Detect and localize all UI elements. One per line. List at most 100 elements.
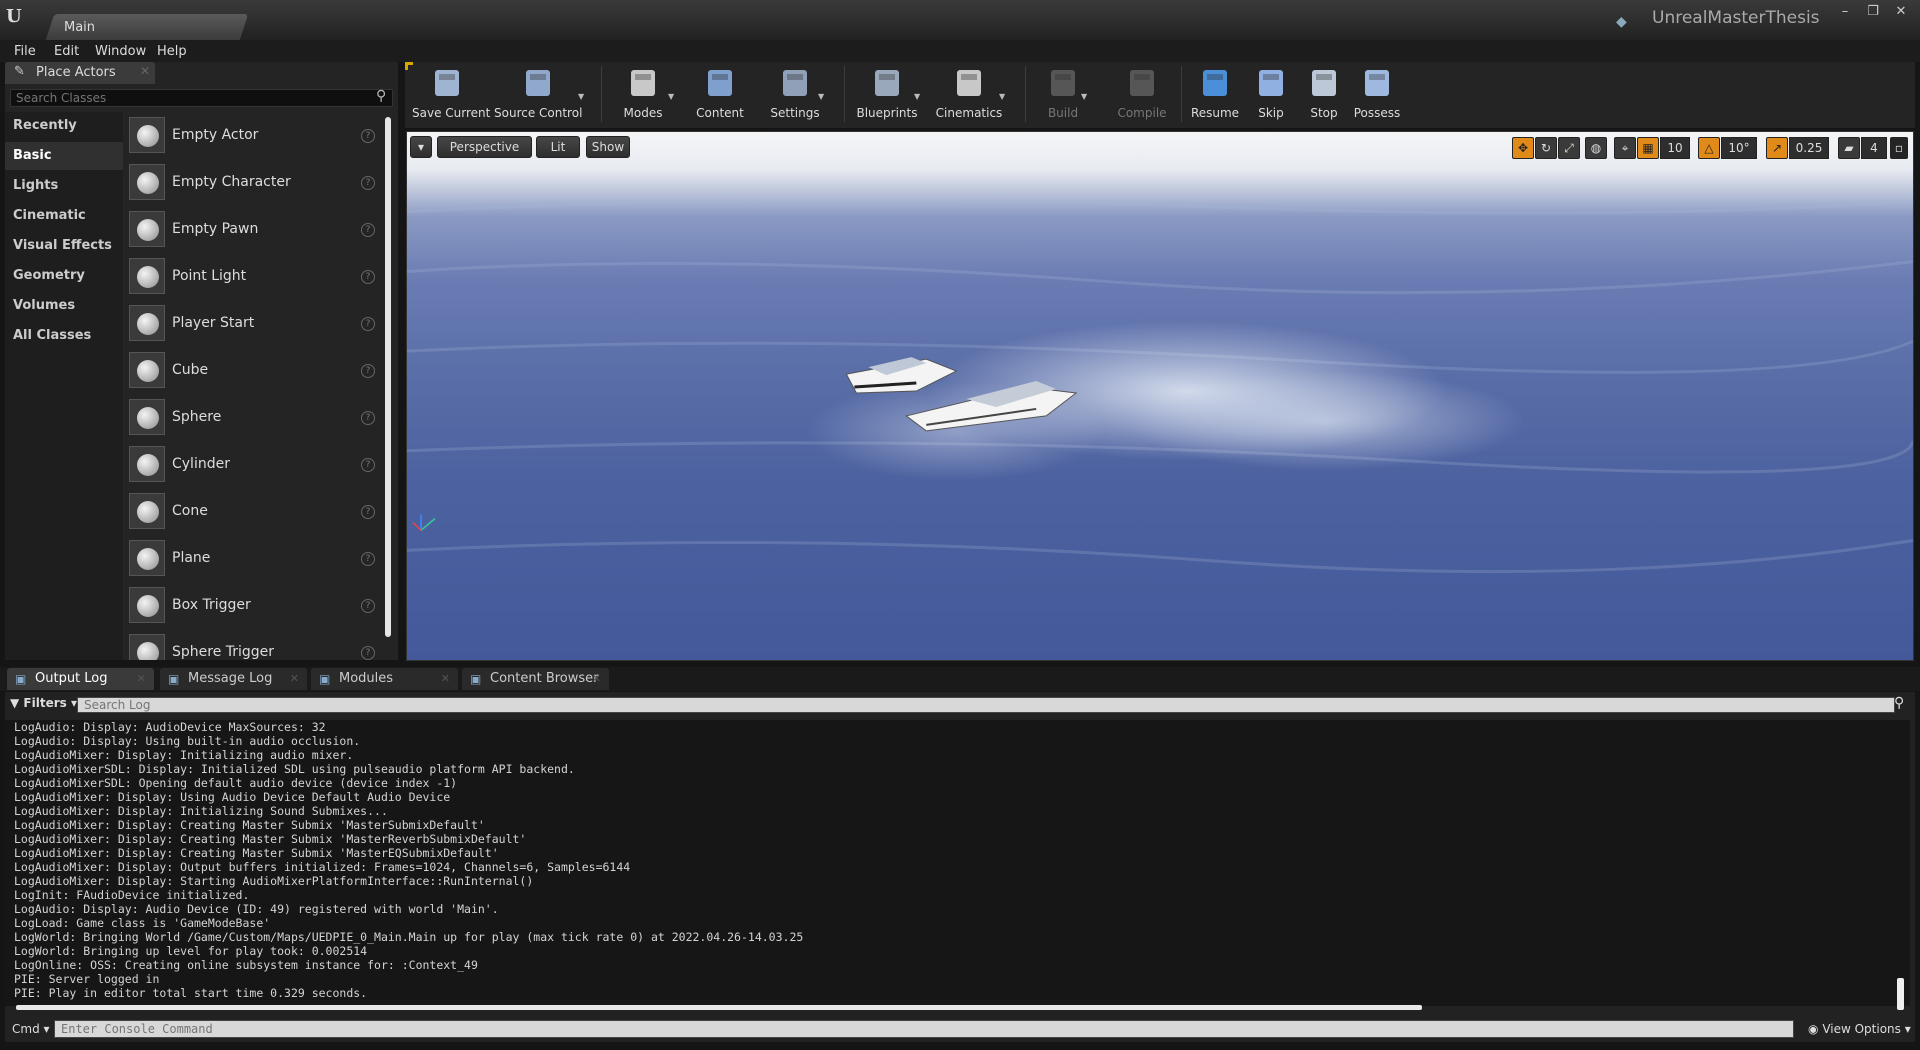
category-visual-effects[interactable]: Visual Effects <box>5 232 123 260</box>
modes-button[interactable]: Modes <box>614 66 672 124</box>
close-icon[interactable]: ✕ <box>290 668 299 690</box>
tab-modules[interactable]: ▣ Modules ✕ <box>311 668 458 690</box>
level-viewport[interactable] <box>406 131 1914 661</box>
scale-icon[interactable]: ⤢ <box>1558 137 1580 159</box>
translate-icon[interactable]: ✥ <box>1512 137 1534 159</box>
search-icon[interactable]: ⚲ <box>1894 695 1904 711</box>
help-icon[interactable]: ? <box>361 129 375 143</box>
show-button[interactable]: Show <box>586 136 630 158</box>
grid-snap-value[interactable]: 10 <box>1660 137 1690 159</box>
tab-content-browser[interactable]: ▣ Content Browser ✕ <box>462 668 609 690</box>
help-icon[interactable]: ? <box>361 176 375 190</box>
maximize-viewport-icon[interactable]: ▫ <box>1890 137 1908 159</box>
category-lights[interactable]: Lights <box>5 172 123 200</box>
close-icon[interactable]: ✕ <box>140 64 150 78</box>
category-geometry[interactable]: Geometry <box>5 262 123 290</box>
grid-snap-icon[interactable]: ▦ <box>1637 137 1659 159</box>
close-icon[interactable]: ✕ <box>592 668 601 690</box>
help-icon[interactable]: ? <box>361 411 375 425</box>
cinematics-button[interactable]: Cinematics <box>935 66 1003 124</box>
search-classes-input[interactable] <box>10 89 393 107</box>
help-icon[interactable]: ? <box>361 599 375 613</box>
category-cinematic[interactable]: Cinematic <box>5 202 123 230</box>
rotation-snap-icon[interactable]: △ <box>1698 137 1720 159</box>
compile-button[interactable]: Compile <box>1115 66 1169 124</box>
modes-dropdown-icon[interactable]: ▼ <box>668 92 674 101</box>
blueprints-dropdown-icon[interactable]: ▼ <box>914 92 920 101</box>
minimize-button[interactable]: – <box>1832 4 1858 22</box>
actor-item-empty-actor[interactable]: Empty Actor? <box>125 117 383 163</box>
actor-item-sphere-trigger[interactable]: Sphere Trigger? <box>125 634 383 660</box>
perspective-button[interactable]: Perspective <box>437 136 532 158</box>
rotation-snap-value[interactable]: 10° <box>1721 137 1757 159</box>
category-basic[interactable]: Basic <box>5 142 123 170</box>
help-icon[interactable]: ? <box>361 458 375 472</box>
skip-button[interactable]: Skip <box>1252 66 1290 124</box>
source-control-dropdown-icon[interactable]: ▼ <box>578 92 584 101</box>
actor-item-point-light[interactable]: Point Light? <box>125 258 383 304</box>
category-all-classes[interactable]: All Classes <box>5 322 123 350</box>
category-volumes[interactable]: Volumes <box>5 292 123 320</box>
actor-item-empty-pawn[interactable]: Empty Pawn? <box>125 211 383 257</box>
settings-dropdown-icon[interactable]: ▼ <box>818 92 824 101</box>
console-command-input[interactable] <box>54 1020 1794 1038</box>
toolbar-label: Source Control <box>494 106 583 120</box>
view-options-button[interactable]: ◉ View Options ▾ <box>1808 1022 1911 1036</box>
close-icon[interactable]: ✕ <box>137 668 146 690</box>
world-space-icon[interactable]: ◍ <box>1585 137 1607 159</box>
close-icon[interactable]: ✕ <box>441 668 450 690</box>
help-icon[interactable]: ? <box>361 317 375 331</box>
source-control-button[interactable]: Source Control <box>494 66 582 124</box>
actor-item-cylinder[interactable]: Cylinder? <box>125 446 383 492</box>
maximize-button[interactable]: ❐ <box>1860 4 1886 22</box>
category-recently-placed[interactable]: Recently Placed <box>5 112 123 161</box>
scale-snap-icon[interactable]: ↗ <box>1766 137 1788 159</box>
actor-item-cone[interactable]: Cone? <box>125 493 383 539</box>
resume-button[interactable]: Resume <box>1190 66 1240 124</box>
lit-button[interactable]: Lit <box>536 136 580 158</box>
actor-item-empty-character[interactable]: Empty Character? <box>125 164 383 210</box>
actor-item-sphere[interactable]: Sphere? <box>125 399 383 445</box>
log-horizontal-scrollbar[interactable] <box>16 1005 1422 1010</box>
search-log-input[interactable] <box>77 697 1895 713</box>
menu-file[interactable]: File <box>14 44 36 59</box>
camera-speed-icon[interactable]: ▰ <box>1838 137 1860 159</box>
camera-speed-value[interactable]: 4 <box>1861 137 1887 159</box>
possess-button[interactable]: Possess <box>1352 66 1402 124</box>
save-current-button[interactable]: Save Current <box>412 66 490 124</box>
blueprints-button[interactable]: Blueprints <box>856 66 918 124</box>
stop-button[interactable]: Stop <box>1305 66 1343 124</box>
unreal-logo-icon[interactable]: U <box>6 6 30 30</box>
help-icon[interactable]: ? <box>361 364 375 378</box>
menu-help[interactable]: Help <box>157 44 187 59</box>
help-icon[interactable]: ? <box>361 270 375 284</box>
close-button[interactable]: ✕ <box>1888 4 1914 22</box>
filters-button[interactable]: ▼ Filters ▾ <box>10 696 77 710</box>
menu-edit[interactable]: Edit <box>54 44 79 59</box>
scale-snap-value[interactable]: 0.25 <box>1789 137 1829 159</box>
settings-button[interactable]: Settings <box>768 66 822 124</box>
cinematics-dropdown-icon[interactable]: ▼ <box>999 92 1005 101</box>
help-icon[interactable]: ? <box>361 646 375 660</box>
viewport-options-dropdown[interactable]: ▾ <box>410 136 432 158</box>
content-button[interactable]: Content <box>693 66 747 124</box>
log-text-area[interactable]: LogAudio: Display: AudioDevice MaxSource… <box>5 720 1910 1006</box>
tab-message-log[interactable]: ▣ Message Log ✕ <box>160 668 307 690</box>
actor-item-player-start[interactable]: Player Start? <box>125 305 383 351</box>
actor-item-plane[interactable]: Plane? <box>125 540 383 586</box>
log-vertical-scrollbar[interactable] <box>1897 978 1904 1010</box>
actor-item-box-trigger[interactable]: Box Trigger? <box>125 587 383 633</box>
surface-snap-icon[interactable]: ⌖ <box>1614 137 1636 159</box>
tab-output-log[interactable]: ▣ Output Log ✕ <box>7 668 154 690</box>
help-icon[interactable]: ? <box>361 223 375 237</box>
help-icon[interactable]: ? <box>361 552 375 566</box>
cmd-dropdown[interactable]: Cmd ▾ <box>12 1022 50 1036</box>
actor-list-scrollbar[interactable] <box>385 117 391 637</box>
rotate-icon[interactable]: ↻ <box>1535 137 1557 159</box>
build-button[interactable]: Build <box>1041 66 1085 124</box>
help-icon[interactable]: ? <box>361 505 375 519</box>
search-icon[interactable]: ⚲ <box>376 88 386 104</box>
build-dropdown-icon[interactable]: ▼ <box>1081 92 1087 101</box>
menu-window[interactable]: Window <box>95 44 146 59</box>
actor-item-cube[interactable]: Cube? <box>125 352 383 398</box>
